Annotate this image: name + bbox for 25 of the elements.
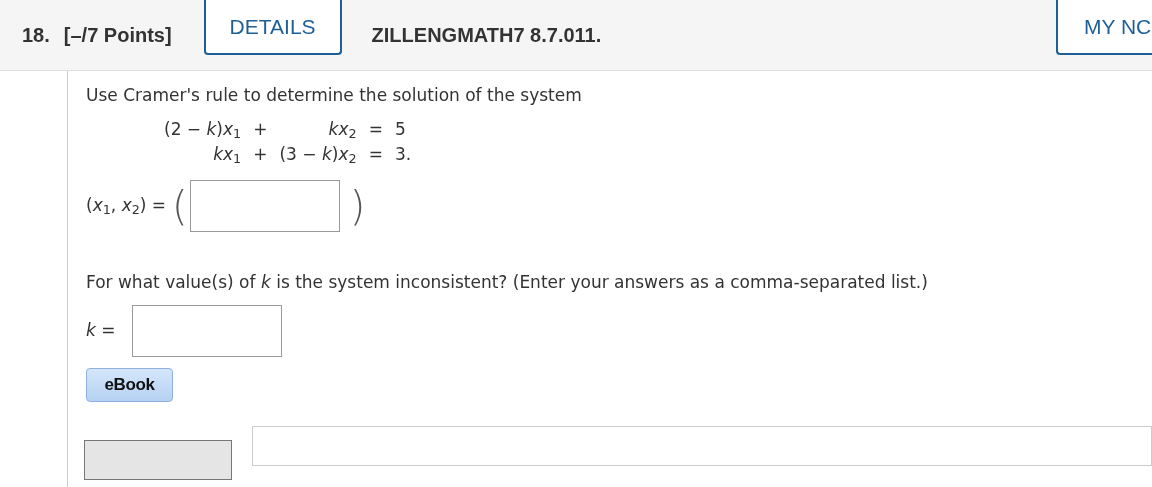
points-label: [–/7 Points] (63, 23, 172, 48)
plus-sign: + (253, 143, 268, 166)
equation-term: (2 − k)x$_{1}$ (164, 117, 242, 142)
open-parenthesis: ( (172, 185, 188, 226)
problem-id: ZILLENGMATH7 8.7.011. (371, 23, 602, 48)
k-input-field[interactable] (131, 305, 282, 357)
equation-term: (3 − k)x$_{2}$ (279, 143, 357, 168)
my-notes-button[interactable]: MY NC (1056, 0, 1152, 55)
close-parenthesis: ) (349, 185, 366, 226)
equation-value: 3. (394, 143, 412, 166)
equation-term: kx$_{1}$ (212, 143, 242, 168)
question-text: For what value(s) of k is the system inconsistent? (Enter your answers as a comma-separated list.) (86, 270, 929, 294)
equation-value: 5 (394, 117, 407, 141)
answer-input-field[interactable] (189, 179, 340, 232)
answer-label: (x$_{1}$, x$_{2}$) = (86, 193, 167, 219)
submit-button[interactable] (84, 440, 232, 480)
ebook-button[interactable]: eBook (86, 368, 173, 402)
question-text: Use Cramer's rule to determine the solution of the system (86, 84, 583, 107)
equals-sign: = (368, 117, 383, 141)
question-number: 18. (22, 23, 50, 48)
details-button[interactable]: DETAILS (203, 0, 342, 55)
plus-sign: + (253, 117, 268, 141)
equation-term: kx$_{2}$ (327, 117, 357, 142)
k-label: k = (86, 319, 116, 343)
equals-sign: = (368, 143, 383, 166)
